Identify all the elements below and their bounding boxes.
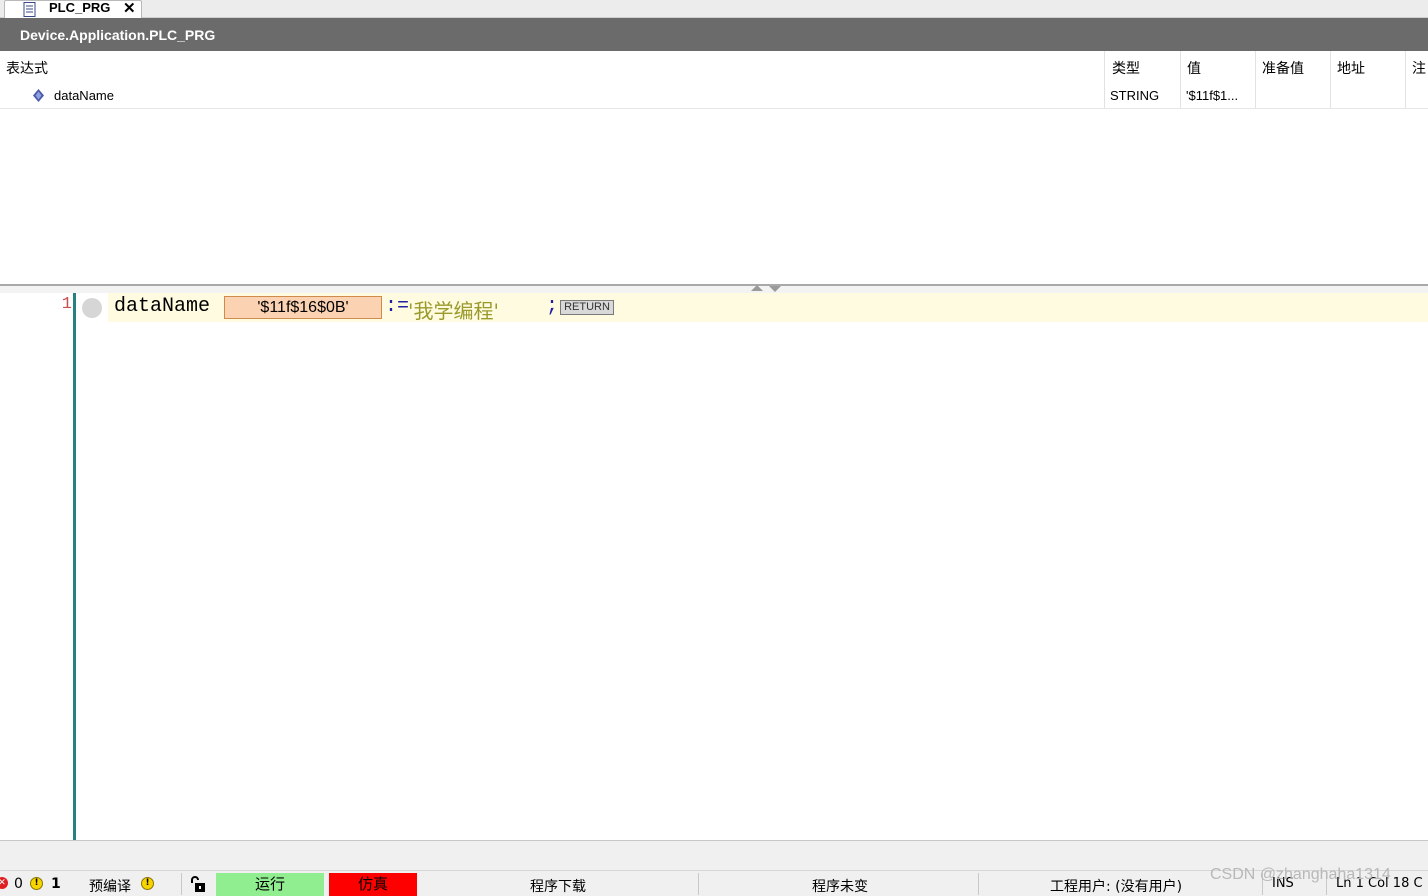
precompile-warning-icon[interactable]: !: [141, 877, 154, 890]
table-row-type: STRING: [1110, 88, 1160, 103]
pane-splitter[interactable]: [0, 284, 1428, 293]
warning-icon[interactable]: !: [30, 877, 43, 890]
close-icon[interactable]: ✕: [123, 0, 136, 17]
table-row-divider: [0, 108, 1428, 109]
column-divider[interactable]: [1330, 51, 1331, 109]
program-unchanged-status: 程序未变: [812, 879, 868, 895]
editor-path-header: Device.Application.PLC_PRG: [0, 18, 1428, 51]
code-semicolon: ;: [546, 295, 559, 318]
code-string-literal: '我学编程': [408, 299, 499, 323]
column-divider[interactable]: [1104, 51, 1105, 109]
warning-count[interactable]: 1: [51, 876, 61, 892]
monitor-table: 表达式 类型 值 准备值 地址 注 dataName STRING '$11f$…: [0, 51, 1428, 285]
app-window: PLC_PRG ✕ Device.Application.PLC_PRG 表达式…: [0, 0, 1428, 896]
code-operator: :=: [385, 295, 410, 318]
precompile-label[interactable]: 预编译: [89, 876, 131, 896]
watermark: CSDN @zhanghaha1314: [1210, 866, 1391, 883]
line-number: 1: [61, 295, 72, 314]
column-divider[interactable]: [1405, 51, 1406, 109]
variable-icon: [33, 89, 44, 102]
return-marker: RETURN: [560, 300, 614, 315]
code-variable[interactable]: dataName: [114, 295, 210, 318]
inline-monitor-value[interactable]: '$11f$16$0B': [224, 296, 382, 319]
breakpoint-icon[interactable]: [82, 298, 102, 318]
table-row-expression[interactable]: dataName: [54, 88, 114, 103]
gutter-divider: [73, 293, 76, 841]
unlock-icon[interactable]: [189, 875, 207, 893]
error-count[interactable]: 0: [14, 876, 23, 892]
status-separator: [698, 873, 699, 895]
column-header-expression[interactable]: 表达式: [6, 58, 48, 78]
project-user-status: 工程用户: (没有用户): [1050, 879, 1183, 895]
error-icon[interactable]: ✕: [0, 877, 8, 889]
column-header-address[interactable]: 地址: [1337, 58, 1365, 78]
collapse-up-icon[interactable]: [751, 285, 763, 291]
column-header-comment[interactable]: 注: [1412, 58, 1426, 78]
column-header-prepared-value[interactable]: 准备值: [1262, 58, 1304, 78]
column-header-type[interactable]: 类型: [1112, 58, 1140, 78]
simulation-status: 仿真: [329, 873, 417, 896]
status-separator: [181, 873, 182, 895]
run-status: 运行: [216, 873, 324, 896]
column-divider[interactable]: [1180, 51, 1181, 109]
download-status: 程序下载: [530, 879, 586, 895]
object-path: Device.Application.PLC_PRG: [20, 27, 216, 43]
document-icon: [23, 2, 36, 17]
collapse-down-icon[interactable]: [769, 286, 781, 292]
code-editor[interactable]: 1 dataName '$11f$16$0B' := '我学编程' ; RETU…: [0, 293, 1428, 841]
status-separator: [978, 873, 979, 895]
column-header-value[interactable]: 值: [1187, 58, 1201, 78]
table-row-value[interactable]: '$11f$1...: [1186, 88, 1238, 103]
tab-label: PLC_PRG: [49, 0, 111, 15]
tab-plc-prg[interactable]: PLC_PRG ✕: [4, 0, 142, 18]
column-divider[interactable]: [1255, 51, 1256, 109]
editor-tab-strip: PLC_PRG ✕: [0, 0, 1428, 18]
